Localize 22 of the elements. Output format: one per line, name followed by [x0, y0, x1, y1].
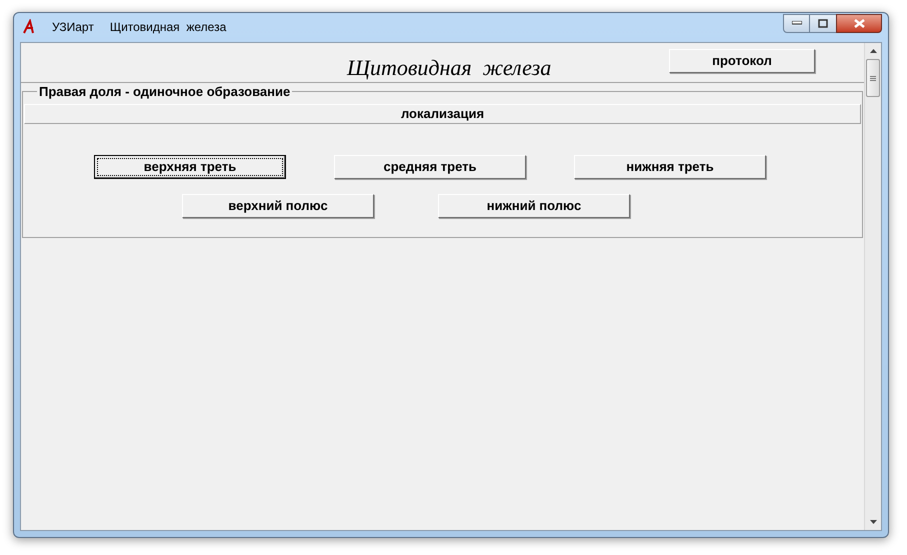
protocol-button[interactable]: протокол [669, 49, 815, 73]
page-title: Щитовидная железа [347, 54, 552, 82]
grip-icon [870, 76, 876, 80]
scroll-up-icon [870, 49, 876, 53]
maximize-button[interactable] [810, 14, 836, 32]
section-header: локализация [24, 104, 861, 124]
scrollbar[interactable] [864, 43, 881, 530]
scroll-down-icon [870, 520, 876, 524]
minimize-button[interactable] [783, 14, 810, 32]
group-legend: Правая доля - одиночное образование [37, 85, 292, 99]
location-button[interactable]: верхняя треть [94, 155, 286, 179]
location-button[interactable]: нижняя треть [574, 155, 766, 179]
close-icon [854, 18, 864, 28]
location-button[interactable]: нижний полюс [438, 194, 630, 218]
location-button[interactable]: средняя треть [334, 155, 526, 179]
window-title: Щитовидная железа [110, 19, 226, 36]
close-button[interactable] [836, 14, 882, 32]
restore-icon [818, 18, 828, 28]
location-button[interactable]: верхний полюс [182, 194, 374, 218]
app-name: УЗИарт [52, 19, 94, 36]
scroll-thumb[interactable] [866, 59, 880, 97]
minimize-icon [792, 21, 802, 25]
